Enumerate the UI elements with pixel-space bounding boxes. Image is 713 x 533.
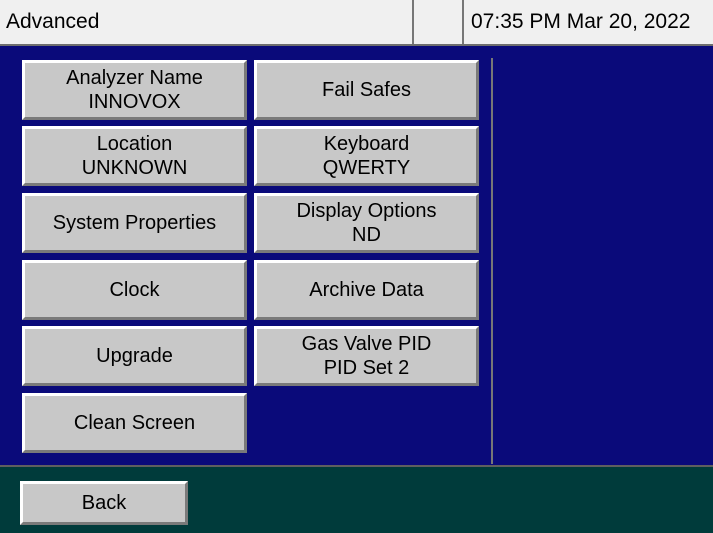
system-properties-label: System Properties	[52, 212, 217, 234]
display-options-button[interactable]: Display Options ND	[254, 193, 479, 253]
main-panel: Analyzer Name INNOVOX Fail Safes Locatio…	[0, 46, 713, 465]
footer-bar: Back	[0, 465, 713, 533]
analyzer-name-value: INNOVOX	[88, 91, 181, 113]
clock-label: Clock	[109, 279, 160, 301]
clean-screen-button[interactable]: Clean Screen	[22, 393, 247, 453]
location-label: Location	[96, 133, 173, 155]
archive-data-label: Archive Data	[309, 279, 424, 301]
clean-screen-label: Clean Screen	[73, 412, 196, 434]
panel-divider	[491, 58, 493, 464]
screen-title: Advanced	[6, 10, 100, 33]
system-properties-button[interactable]: System Properties	[22, 193, 247, 253]
upgrade-button[interactable]: Upgrade	[22, 326, 247, 386]
gas-valve-pid-value: PID Set 2	[323, 357, 410, 379]
fail-safes-label: Fail Safes	[322, 79, 411, 101]
back-button[interactable]: Back	[20, 481, 188, 525]
analyzer-name-button[interactable]: Analyzer Name INNOVOX	[22, 60, 247, 120]
header-bar: Advanced 07:35 PM Mar 20, 2022	[0, 0, 713, 46]
display-options-value: ND	[352, 224, 381, 246]
fail-safes-button[interactable]: Fail Safes	[254, 60, 479, 120]
date-time-display: 07:35 PM Mar 20, 2022	[471, 10, 691, 33]
keyboard-button[interactable]: Keyboard QWERTY	[254, 126, 479, 186]
location-value: UNKNOWN	[81, 157, 188, 179]
header-blank-cell	[412, 0, 464, 44]
keyboard-label: Keyboard	[323, 133, 410, 155]
keyboard-value: QWERTY	[322, 157, 411, 179]
display-options-label: Display Options	[296, 200, 437, 222]
upgrade-label: Upgrade	[96, 345, 173, 367]
clock-button[interactable]: Clock	[22, 260, 247, 320]
gas-valve-pid-label: Gas Valve PID	[301, 333, 432, 355]
archive-data-button[interactable]: Archive Data	[254, 260, 479, 320]
location-button[interactable]: Location UNKNOWN	[22, 126, 247, 186]
back-label: Back	[81, 492, 127, 514]
gas-valve-pid-button[interactable]: Gas Valve PID PID Set 2	[254, 326, 479, 386]
analyzer-name-label: Analyzer Name	[66, 67, 203, 89]
